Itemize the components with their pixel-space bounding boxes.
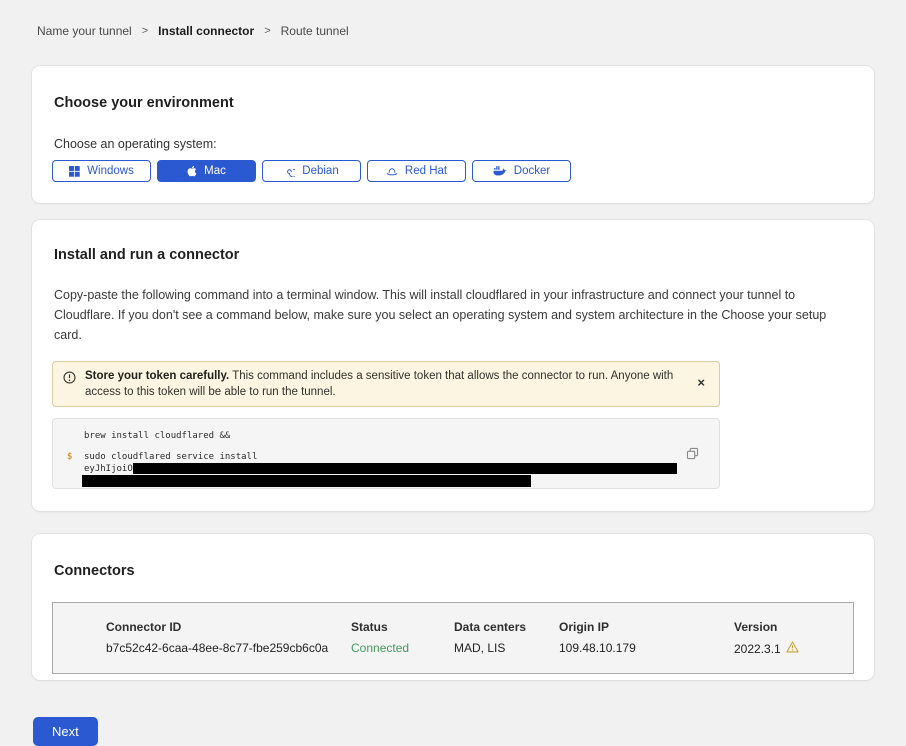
breadcrumb-route-tunnel[interactable]: Route tunnel [281,24,349,38]
table-row: b7c52c42-6caa-48ee-8c77-fbe259cb6c0a Con… [106,641,853,656]
debian-icon [284,166,295,177]
install-command-codeblock: brew install cloudflared && $ sudo cloud… [52,418,720,489]
next-button[interactable]: Next [33,717,98,746]
col-header-data-centers: Data centers [454,620,559,634]
breadcrumb-separator: > [264,25,270,37]
close-icon[interactable]: × [693,368,709,398]
connectors-table-header: Connector ID Status Data centers Origin … [106,620,853,634]
redhat-icon [386,166,398,177]
code-line-1: brew install cloudflared && [67,430,705,442]
token-warning-banner: Store your token carefully. This command… [52,361,720,407]
col-header-connector-id: Connector ID [106,620,351,634]
code-line-3: eyJhIjoiO [67,463,705,475]
choose-environment-card: Choose your environment Choose an operat… [32,66,874,203]
install-connector-card: Install and run a connector Copy-paste t… [32,220,874,511]
token-prefix: eyJhIjoiO [84,464,133,474]
apple-icon [187,165,197,177]
docker-icon [493,166,507,177]
windows-icon [69,166,80,177]
breadcrumb: Name your tunnel > Install connector > R… [0,0,906,38]
version-cell: 2022.3.1 [734,641,853,656]
code-line-2: $ sudo cloudflared service install [67,451,705,463]
version-value: 2022.3.1 [734,642,781,656]
status-value: Connected [351,641,454,656]
code-line-1-text: brew install cloudflared && [84,430,230,442]
col-header-origin-ip: Origin IP [559,620,734,634]
os-button-label: Windows [87,165,134,177]
os-button-label: Debian [302,165,338,177]
token-warning-text: Store your token carefully. This command… [85,368,684,400]
token-line: eyJhIjoiO [84,463,677,475]
os-button-redhat[interactable]: Red Hat [367,160,466,182]
token-warning-title: Store your token carefully. [85,370,229,382]
prompt-gutter [67,430,84,442]
breadcrumb-separator: > [142,25,148,37]
connectors-table: Connector ID Status Data centers Origin … [52,602,854,674]
col-header-status: Status [351,620,454,634]
os-select-label: Choose an operating system: [54,137,854,151]
code-line-4 [67,475,705,487]
breadcrumb-name-your-tunnel[interactable]: Name your tunnel [37,24,132,38]
os-button-label: Mac [204,165,226,177]
os-button-mac[interactable]: Mac [157,160,256,182]
col-header-version: Version [734,620,853,634]
copy-icon[interactable] [684,445,701,465]
os-button-debian[interactable]: Debian [262,160,361,182]
breadcrumb-install-connector[interactable]: Install connector [158,24,254,38]
os-button-windows[interactable]: Windows [52,160,151,182]
alert-circle-icon [63,371,76,389]
token-redacted-bar [82,475,531,487]
installer-description: Copy-paste the following command into a … [54,285,849,345]
connectors-card: Connectors Connector ID Status Data cent… [32,534,874,680]
os-button-docker[interactable]: Docker [472,160,571,182]
connector-id-value: b7c52c42-6caa-48ee-8c77-fbe259cb6c0a [106,641,351,656]
warning-triangle-icon [786,641,799,656]
code-line-2-text: sudo cloudflared service install [84,451,257,463]
token-redacted-bar [133,463,677,474]
os-button-label: Docker [514,165,550,177]
prompt-gutter [67,463,84,475]
installer-card-title: Install and run a connector [54,248,854,263]
dollar-prompt: $ [67,451,84,463]
connectors-card-title: Connectors [54,564,854,579]
environment-card-title: Choose your environment [54,96,854,111]
origin-ip-value: 109.48.10.179 [559,641,734,656]
os-button-group: Windows Mac Debian Red Hat Docker [52,160,854,182]
data-centers-value: MAD, LIS [454,641,559,656]
os-button-label: Red Hat [405,165,447,177]
